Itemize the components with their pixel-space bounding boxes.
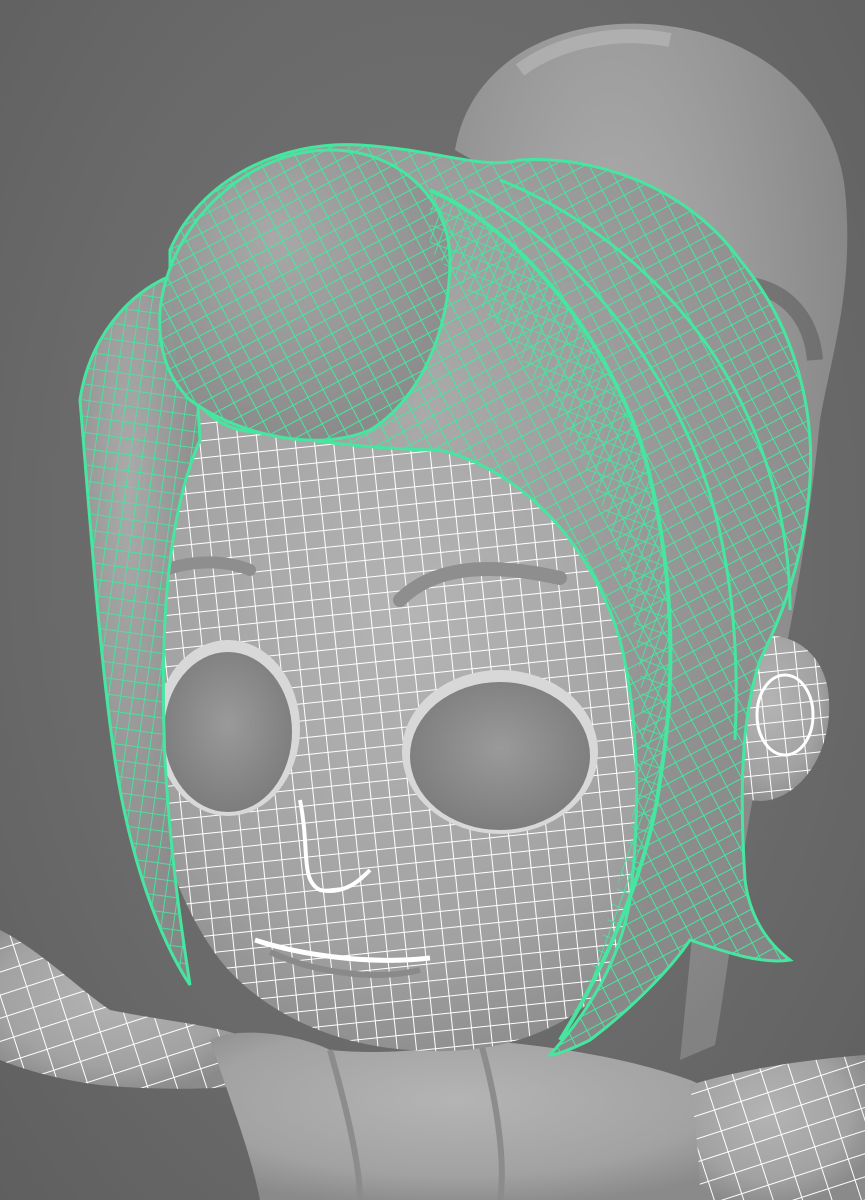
- neck-torso[interactable]: [210, 1032, 760, 1200]
- character-render[interactable]: [0, 0, 865, 1200]
- right-arm[interactable]: [0, 930, 250, 1089]
- left-eye[interactable]: [402, 670, 598, 834]
- 3d-viewport[interactable]: [0, 0, 865, 1200]
- right-eye[interactable]: [156, 640, 300, 816]
- left-arm[interactable]: [690, 1055, 865, 1200]
